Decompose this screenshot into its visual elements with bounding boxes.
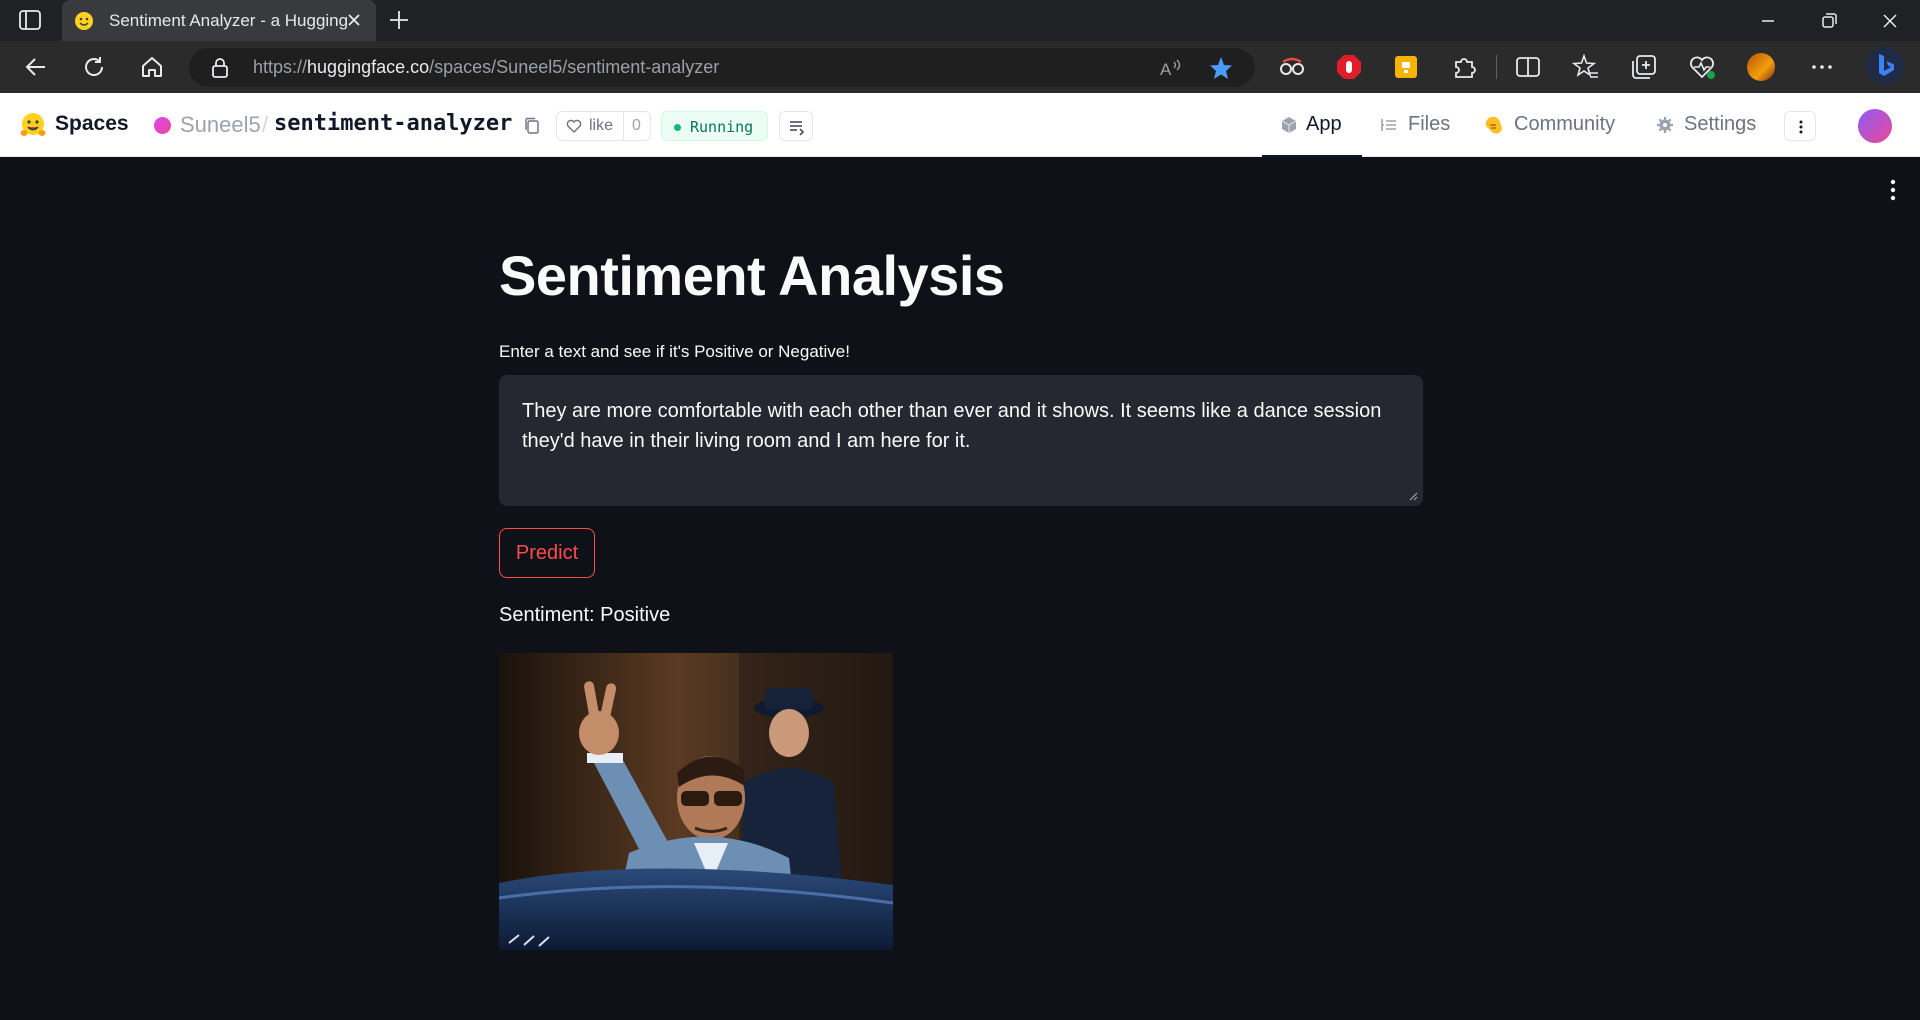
browser-essentials-icon[interactable] <box>1688 53 1716 81</box>
like-label: like <box>589 117 614 134</box>
result-image <box>499 653 893 950</box>
extensions-puzzle-icon[interactable] <box>1450 53 1478 81</box>
tab-settings[interactable]: Settings <box>1656 93 1766 157</box>
like-divider <box>623 112 624 140</box>
logs-button[interactable] <box>779 111 813 141</box>
gear-icon <box>1657 117 1673 133</box>
logs-icon <box>790 121 805 136</box>
back-arrow-icon[interactable] <box>23 54 49 80</box>
text-input-value: They are more comfortable with each othe… <box>522 400 1382 452</box>
files-icon <box>1381 119 1396 131</box>
browser-tab-active[interactable]: Sentiment Analyzer - a Hugging <box>62 0 376 41</box>
favorite-star-icon[interactable] <box>1208 55 1234 81</box>
minimize-icon[interactable] <box>1757 10 1779 32</box>
new-tab-icon[interactable] <box>388 9 410 31</box>
browser-toolbar: https://huggingface.co/spaces/Suneel5/se… <box>0 41 1920 93</box>
app-menu-icon[interactable] <box>1882 178 1904 202</box>
close-tab-icon[interactable] <box>344 10 364 30</box>
split-screen-icon[interactable] <box>1514 53 1542 81</box>
sentiment-result: Sentiment: Positive <box>499 604 671 626</box>
extension-glasses-icon[interactable] <box>1278 53 1306 81</box>
space-menu-button[interactable] <box>1784 111 1816 141</box>
result-photo-illustration <box>499 653 893 950</box>
address-bar[interactable]: https://huggingface.co/spaces/Suneel5/se… <box>189 48 1255 87</box>
predict-button[interactable]: Predict <box>499 528 595 578</box>
lock-icon[interactable] <box>211 58 229 78</box>
tab-files-label: Files <box>1408 113 1451 135</box>
path-separator: / <box>262 112 269 137</box>
cube-icon <box>1281 117 1297 133</box>
tab-community[interactable]: Community <box>1484 93 1624 157</box>
like-count: 0 <box>632 117 641 134</box>
favorites-icon[interactable] <box>1572 53 1600 81</box>
page-title: Sentiment Analysis <box>499 244 1005 307</box>
tab-title: Sentiment Analyzer - a Hugging <box>109 11 349 30</box>
copy-icon[interactable] <box>524 117 540 135</box>
url-text: https://huggingface.co/spaces/Suneel5/se… <box>253 57 720 77</box>
status-badge[interactable]: Running <box>661 111 768 141</box>
text-input-area[interactable]: They are more comfortable with each othe… <box>499 375 1423 506</box>
collections-icon[interactable] <box>1630 53 1658 81</box>
close-window-icon[interactable] <box>1879 10 1901 32</box>
svg-text:A: A <box>1160 60 1172 79</box>
vertical-dots-icon <box>1799 120 1803 134</box>
hf-space-header: Spaces Suneel5 / sentiment-analyzer like… <box>0 93 1920 157</box>
status-dot <box>674 124 681 131</box>
tab-app-label: App <box>1306 113 1342 135</box>
read-aloud-icon[interactable]: A <box>1157 55 1183 81</box>
browser-tab-bar: Sentiment Analyzer - a Hugging <box>0 0 1920 41</box>
community-icon <box>1485 116 1502 134</box>
toolbar-separator <box>1496 55 1497 79</box>
owner-avatar <box>154 117 171 134</box>
heart-icon <box>566 119 582 133</box>
hugging-face-favicon-icon <box>75 12 93 30</box>
tab-app[interactable]: App <box>1262 93 1362 157</box>
home-icon[interactable] <box>139 54 165 80</box>
tab-community-label: Community <box>1514 113 1616 135</box>
resize-handle-icon[interactable] <box>1408 491 1418 501</box>
text-input-label: Enter a text and see if it's Positive or… <box>499 342 850 361</box>
more-options-icon[interactable] <box>1808 53 1836 81</box>
restore-icon[interactable] <box>1818 10 1840 32</box>
tab-settings-label: Settings <box>1684 113 1757 135</box>
owner-link[interactable]: Suneel5 <box>180 112 261 138</box>
status-text: Running <box>690 118 754 136</box>
tab-files[interactable]: Files <box>1376 93 1476 157</box>
space-name-link[interactable]: sentiment-analyzer <box>274 111 512 136</box>
tab-actions-icon[interactable] <box>19 10 41 30</box>
profile-avatar-icon[interactable] <box>1747 53 1775 81</box>
refresh-icon[interactable] <box>81 54 107 80</box>
predict-button-label: Predict <box>515 542 579 564</box>
hugging-face-logo-icon[interactable] <box>20 112 46 138</box>
copilot-icon[interactable] <box>1865 46 1905 86</box>
extension-adblock-icon[interactable] <box>1335 53 1363 81</box>
user-avatar[interactable] <box>1858 109 1892 143</box>
extension-notes-icon[interactable] <box>1392 53 1420 81</box>
spaces-link[interactable]: Spaces <box>55 112 129 136</box>
like-button[interactable]: like 0 <box>556 111 651 141</box>
